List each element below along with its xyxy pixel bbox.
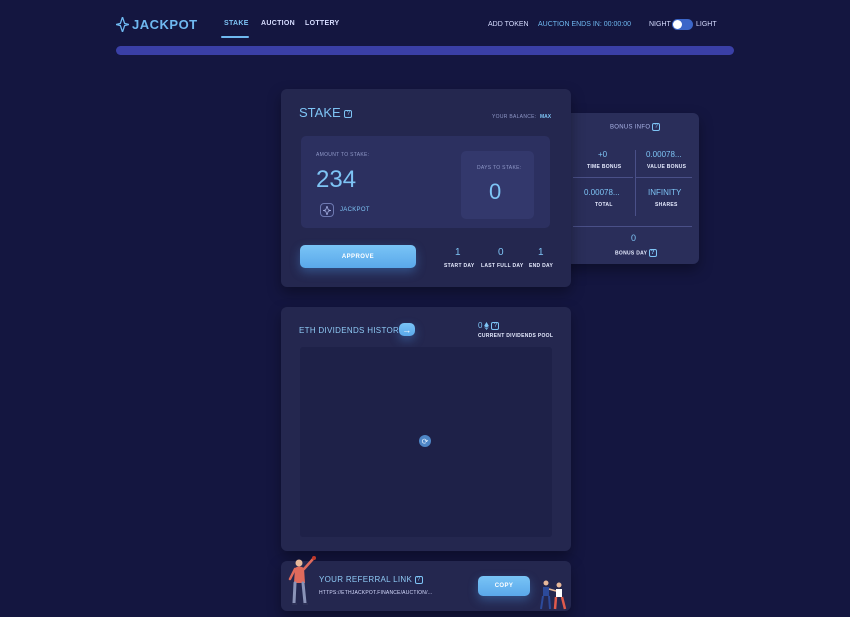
arrow-right-icon[interactable]: → [399, 323, 415, 336]
shares-value: INFINITY [648, 188, 682, 197]
end-day-label: END DAY [529, 263, 554, 269]
token-name: JACKPOT [340, 207, 370, 213]
active-tab-indicator [221, 36, 249, 38]
divider [573, 177, 633, 178]
dividends-title: ETH DIVIDENDS HISTORY [299, 326, 405, 335]
time-bonus-label: TIME BONUS [587, 164, 622, 170]
days-input[interactable]: 0 [489, 179, 501, 205]
days-label: DAYS TO STAKE: [477, 165, 522, 171]
add-token-link[interactable]: ADD TOKEN [488, 21, 529, 28]
pool-label: CURRENT DIVIDENDS POOL [478, 333, 554, 339]
bonus-day-label: BONUS DAY ? [615, 249, 657, 257]
stake-title-text: STAKE [299, 105, 341, 120]
help-icon[interactable]: ? [491, 321, 500, 330]
bonus-day-label-text: BONUS DAY [615, 250, 648, 257]
time-bonus-value: +0 [598, 150, 608, 159]
start-day-value: 1 [455, 247, 461, 258]
value-bonus-value: 0.00078... [646, 150, 682, 159]
max-button[interactable]: MAX [540, 114, 551, 120]
jackpot-token-icon [320, 203, 334, 217]
light-label: LIGHT [696, 21, 717, 28]
referral-title-text: YOUR REFERRAL LINK [319, 575, 413, 584]
help-icon[interactable]: ? [652, 123, 661, 131]
last-full-day-label: LAST FULL DAY [481, 263, 524, 269]
bonus-day-value: 0 [631, 233, 637, 243]
amount-label: AMOUNT TO STAKE: [316, 152, 370, 158]
referral-card: YOUR REFERRAL LINK ? HTTPS://ETHJACKPOT.… [281, 556, 571, 611]
stake-card: STAKE ? YOUR BALANCE: MAX AMOUNT TO STAK… [281, 89, 571, 287]
logo-text: JACKPOT [132, 17, 198, 32]
shares-label: SHARES [655, 202, 678, 208]
stake-title: STAKE ? [299, 105, 353, 120]
help-icon[interactable]: ? [414, 575, 423, 584]
logo[interactable]: JACKPOT [116, 17, 198, 32]
last-full-day-value: 0 [498, 247, 504, 258]
total-value: 0.00078... [584, 188, 620, 197]
days-input-panel[interactable]: DAYS TO STAKE: 0 [461, 151, 534, 219]
amount-input[interactable]: 234 [316, 166, 356, 194]
divider [635, 150, 636, 216]
approve-button[interactable]: APPROVE [300, 245, 416, 268]
copy-button[interactable]: COPY [478, 576, 530, 596]
stake-input-panel: AMOUNT TO STAKE: 234 JACKPOT DAYS TO STA… [301, 136, 550, 228]
total-label: TOTAL [595, 202, 613, 208]
value-bonus-label: VALUE BONUS [647, 164, 687, 170]
tab-lottery[interactable]: LOTTERY [305, 20, 340, 27]
bonus-info-title: BONUS INFO ? [610, 123, 661, 131]
progress-bar [116, 46, 734, 55]
dividends-chart-area: ⟳ [300, 347, 552, 537]
loading-icon: ⟳ [419, 435, 431, 447]
referral-title: YOUR REFERRAL LINK ? [319, 575, 423, 584]
night-label: NIGHT [649, 21, 671, 28]
tab-stake[interactable]: STAKE [224, 20, 249, 27]
dividends-card: ETH DIVIDENDS HISTORY → 0 ? CURRENT DIVI… [281, 307, 571, 551]
people-illustration-icon [540, 580, 567, 610]
toggle-knob [673, 20, 682, 29]
bonus-info-card: BONUS INFO ? +0 TIME BONUS 0.00078... VA… [560, 113, 699, 264]
help-icon[interactable]: ? [344, 109, 353, 118]
end-day-value: 1 [538, 247, 544, 258]
balance-label: YOUR BALANCE: [492, 114, 537, 120]
theme-toggle[interactable] [672, 19, 693, 30]
pool-value: 0 [478, 321, 483, 330]
start-day-label: START DAY [444, 263, 475, 269]
bonus-info-title-text: BONUS INFO [610, 124, 651, 131]
person-illustration-icon [288, 556, 316, 605]
auction-ends-timer: AUCTION ENDS IN: 00:00:00 [538, 21, 631, 28]
jackpot-logo-icon [116, 17, 129, 32]
tab-auction[interactable]: AUCTION [261, 20, 295, 27]
referral-link[interactable]: HTTPS://ETHJACKPOT.FINANCE/AUCTION/... [319, 590, 432, 596]
help-icon[interactable]: ? [648, 249, 657, 257]
token-selector[interactable]: JACKPOT [320, 203, 370, 217]
dividends-pool: 0 ? [478, 321, 500, 330]
eth-icon [484, 321, 490, 330]
divider [573, 226, 692, 227]
divider [636, 177, 692, 178]
